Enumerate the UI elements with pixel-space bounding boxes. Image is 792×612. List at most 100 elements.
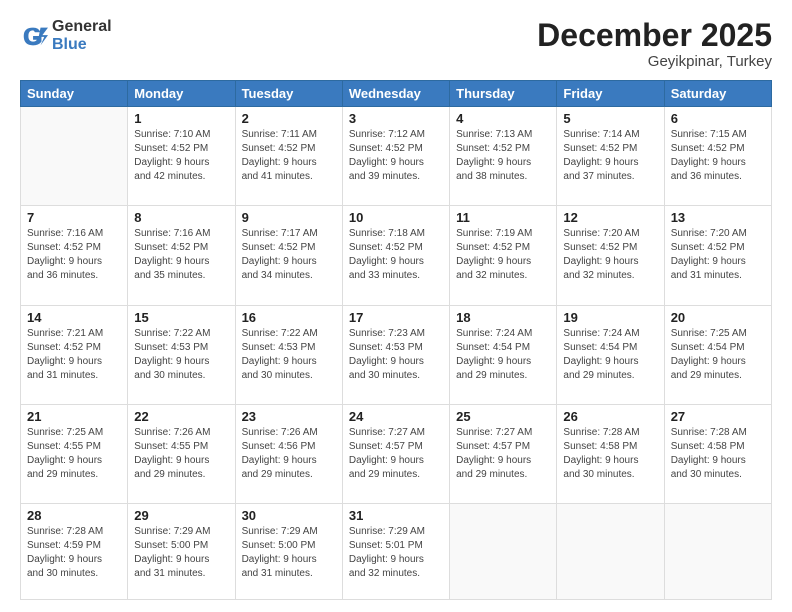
calendar-cell: [557, 504, 664, 600]
location-subtitle: Geyikpinar, Turkey: [537, 53, 772, 70]
column-header-friday: Friday: [557, 81, 664, 107]
calendar-cell: 11Sunrise: 7:19 AM Sunset: 4:52 PM Dayli…: [450, 206, 557, 305]
day-number: 29: [134, 508, 228, 523]
calendar-cell: 21 Sunrise: 7:25 AM Sunset: 4:55 PM Dayli…: [21, 404, 128, 503]
day-number: 30: [242, 508, 336, 523]
logo-general: General: [52, 18, 112, 36]
day-info: Sunrise: 7:24 AM Sunset: 4:54 PM Dayligh…: [563, 327, 657, 383]
day-number: 18: [456, 310, 550, 325]
day-number: 4: [456, 111, 550, 126]
day-info: Sunrise: 7:28 AM Sunset: 4:58 PM Dayligh…: [671, 426, 765, 482]
day-number: 13: [671, 210, 765, 225]
calendar-cell: 9 Sunrise: 7:17 AM Sunset: 4:52 PM Daylig…: [235, 206, 342, 305]
day-number: 7: [27, 210, 121, 225]
calendar-cell: 22 Sunrise: 7:26 AM Sunset: 4:55 PM Dayli…: [128, 404, 235, 503]
calendar-cell: 5Sunrise: 7:14 AM Sunset: 4:52 PM Daylig…: [557, 107, 664, 206]
day-number: 6: [671, 111, 765, 126]
calendar-cell: 26Sunrise: 7:28 AM Sunset: 4:58 PM Dayli…: [557, 404, 664, 503]
calendar-cell: 30 Sunrise: 7:29 AM Sunset: 5:00 PM Dayli…: [235, 504, 342, 600]
calendar-cell: 7 Sunrise: 7:16 AM Sunset: 4:52 PM Daylig…: [21, 206, 128, 305]
calendar-cell: 17Sunrise: 7:23 AM Sunset: 4:53 PM Dayli…: [342, 305, 449, 404]
calendar-header-row: SundayMondayTuesdayWednesdayThursdayFrid…: [21, 81, 772, 107]
day-info: Sunrise: 7:16 AM Sunset: 4:52 PM Dayligh…: [27, 227, 121, 283]
calendar-cell: 19 Sunrise: 7:24 AM Sunset: 4:54 PM Dayli…: [557, 305, 664, 404]
calendar-cell: 27Sunrise: 7:28 AM Sunset: 4:58 PM Dayli…: [664, 404, 771, 503]
day-number: 20: [671, 310, 765, 325]
day-info: Sunrise: 7:20 AM Sunset: 4:52 PM Dayligh…: [671, 227, 765, 283]
day-info: Sunrise: 7:13 AM Sunset: 4:52 PM Dayligh…: [456, 128, 550, 184]
day-number: 23: [242, 409, 336, 424]
day-number: 24: [349, 409, 443, 424]
calendar-cell: [450, 504, 557, 600]
day-info: Sunrise: 7:18 AM Sunset: 4:52 PM Dayligh…: [349, 227, 443, 283]
calendar-cell: 13 Sunrise: 7:20 AM Sunset: 4:52 PM Dayli…: [664, 206, 771, 305]
logo: General Blue: [20, 18, 112, 53]
day-number: 1: [134, 111, 228, 126]
day-info: Sunrise: 7:11 AM Sunset: 4:52 PM Dayligh…: [242, 128, 336, 184]
day-number: 26: [563, 409, 657, 424]
day-number: 14: [27, 310, 121, 325]
day-info: Sunrise: 7:21 AM Sunset: 4:52 PM Dayligh…: [27, 327, 121, 383]
calendar-cell: [21, 107, 128, 206]
day-info: Sunrise: 7:27 AM Sunset: 4:57 PM Dayligh…: [349, 426, 443, 482]
calendar-cell: 20 Sunrise: 7:25 AM Sunset: 4:54 PM Dayli…: [664, 305, 771, 404]
day-number: 8: [134, 210, 228, 225]
day-info: Sunrise: 7:12 AM Sunset: 4:52 PM Dayligh…: [349, 128, 443, 184]
day-number: 12: [563, 210, 657, 225]
header: General Blue December 2025 Geyikpinar, T…: [20, 18, 772, 70]
calendar-cell: 4 Sunrise: 7:13 AM Sunset: 4:52 PM Daylig…: [450, 107, 557, 206]
logo-blue: Blue: [52, 36, 112, 54]
title-block: December 2025 Geyikpinar, Turkey: [537, 18, 772, 70]
calendar-cell: 23 Sunrise: 7:26 AM Sunset: 4:56 PM Dayli…: [235, 404, 342, 503]
calendar-cell: 6 Sunrise: 7:15 AM Sunset: 4:52 PM Daylig…: [664, 107, 771, 206]
calendar-cell: 12Sunrise: 7:20 AM Sunset: 4:52 PM Dayli…: [557, 206, 664, 305]
day-info: Sunrise: 7:24 AM Sunset: 4:54 PM Dayligh…: [456, 327, 550, 383]
day-number: 10: [349, 210, 443, 225]
day-info: Sunrise: 7:26 AM Sunset: 4:55 PM Dayligh…: [134, 426, 228, 482]
day-number: 22: [134, 409, 228, 424]
day-info: Sunrise: 7:29 AM Sunset: 5:01 PM Dayligh…: [349, 525, 443, 581]
calendar-cell: [664, 504, 771, 600]
column-header-saturday: Saturday: [664, 81, 771, 107]
calendar-cell: 16 Sunrise: 7:22 AM Sunset: 4:53 PM Dayli…: [235, 305, 342, 404]
day-info: Sunrise: 7:26 AM Sunset: 4:56 PM Dayligh…: [242, 426, 336, 482]
day-info: Sunrise: 7:22 AM Sunset: 4:53 PM Dayligh…: [242, 327, 336, 383]
day-info: Sunrise: 7:25 AM Sunset: 4:54 PM Dayligh…: [671, 327, 765, 383]
day-info: Sunrise: 7:17 AM Sunset: 4:52 PM Dayligh…: [242, 227, 336, 283]
day-number: 9: [242, 210, 336, 225]
day-info: Sunrise: 7:15 AM Sunset: 4:52 PM Dayligh…: [671, 128, 765, 184]
column-header-wednesday: Wednesday: [342, 81, 449, 107]
calendar-cell: 31 Sunrise: 7:29 AM Sunset: 5:01 PM Dayli…: [342, 504, 449, 600]
column-header-monday: Monday: [128, 81, 235, 107]
calendar-week-2: 7 Sunrise: 7:16 AM Sunset: 4:52 PM Daylig…: [21, 206, 772, 305]
day-number: 16: [242, 310, 336, 325]
calendar-week-3: 14 Sunrise: 7:21 AM Sunset: 4:52 PM Dayli…: [21, 305, 772, 404]
column-header-sunday: Sunday: [21, 81, 128, 107]
calendar-cell: 29Sunrise: 7:29 AM Sunset: 5:00 PM Dayli…: [128, 504, 235, 600]
column-header-thursday: Thursday: [450, 81, 557, 107]
day-info: Sunrise: 7:23 AM Sunset: 4:53 PM Dayligh…: [349, 327, 443, 383]
month-title: December 2025: [537, 18, 772, 53]
day-info: Sunrise: 7:16 AM Sunset: 4:52 PM Dayligh…: [134, 227, 228, 283]
calendar-cell: 14 Sunrise: 7:21 AM Sunset: 4:52 PM Dayli…: [21, 305, 128, 404]
calendar-cell: 28Sunrise: 7:28 AM Sunset: 4:59 PM Dayli…: [21, 504, 128, 600]
day-number: 21: [27, 409, 121, 424]
logo-icon: [20, 22, 48, 50]
day-info: Sunrise: 7:28 AM Sunset: 4:59 PM Dayligh…: [27, 525, 121, 581]
day-number: 3: [349, 111, 443, 126]
day-info: Sunrise: 7:29 AM Sunset: 5:00 PM Dayligh…: [242, 525, 336, 581]
day-info: Sunrise: 7:25 AM Sunset: 4:55 PM Dayligh…: [27, 426, 121, 482]
day-info: Sunrise: 7:22 AM Sunset: 4:53 PM Dayligh…: [134, 327, 228, 383]
page: General Blue December 2025 Geyikpinar, T…: [0, 0, 792, 612]
day-number: 31: [349, 508, 443, 523]
day-info: Sunrise: 7:10 AM Sunset: 4:52 PM Dayligh…: [134, 128, 228, 184]
calendar-cell: 8 Sunrise: 7:16 AM Sunset: 4:52 PM Daylig…: [128, 206, 235, 305]
calendar-week-4: 21 Sunrise: 7:25 AM Sunset: 4:55 PM Dayli…: [21, 404, 772, 503]
day-number: 19: [563, 310, 657, 325]
day-info: Sunrise: 7:27 AM Sunset: 4:57 PM Dayligh…: [456, 426, 550, 482]
calendar-week-5: 28Sunrise: 7:28 AM Sunset: 4:59 PM Dayli…: [21, 504, 772, 600]
column-header-tuesday: Tuesday: [235, 81, 342, 107]
calendar-cell: 1 Sunrise: 7:10 AM Sunset: 4:52 PM Daylig…: [128, 107, 235, 206]
day-info: Sunrise: 7:14 AM Sunset: 4:52 PM Dayligh…: [563, 128, 657, 184]
day-number: 11: [456, 210, 550, 225]
